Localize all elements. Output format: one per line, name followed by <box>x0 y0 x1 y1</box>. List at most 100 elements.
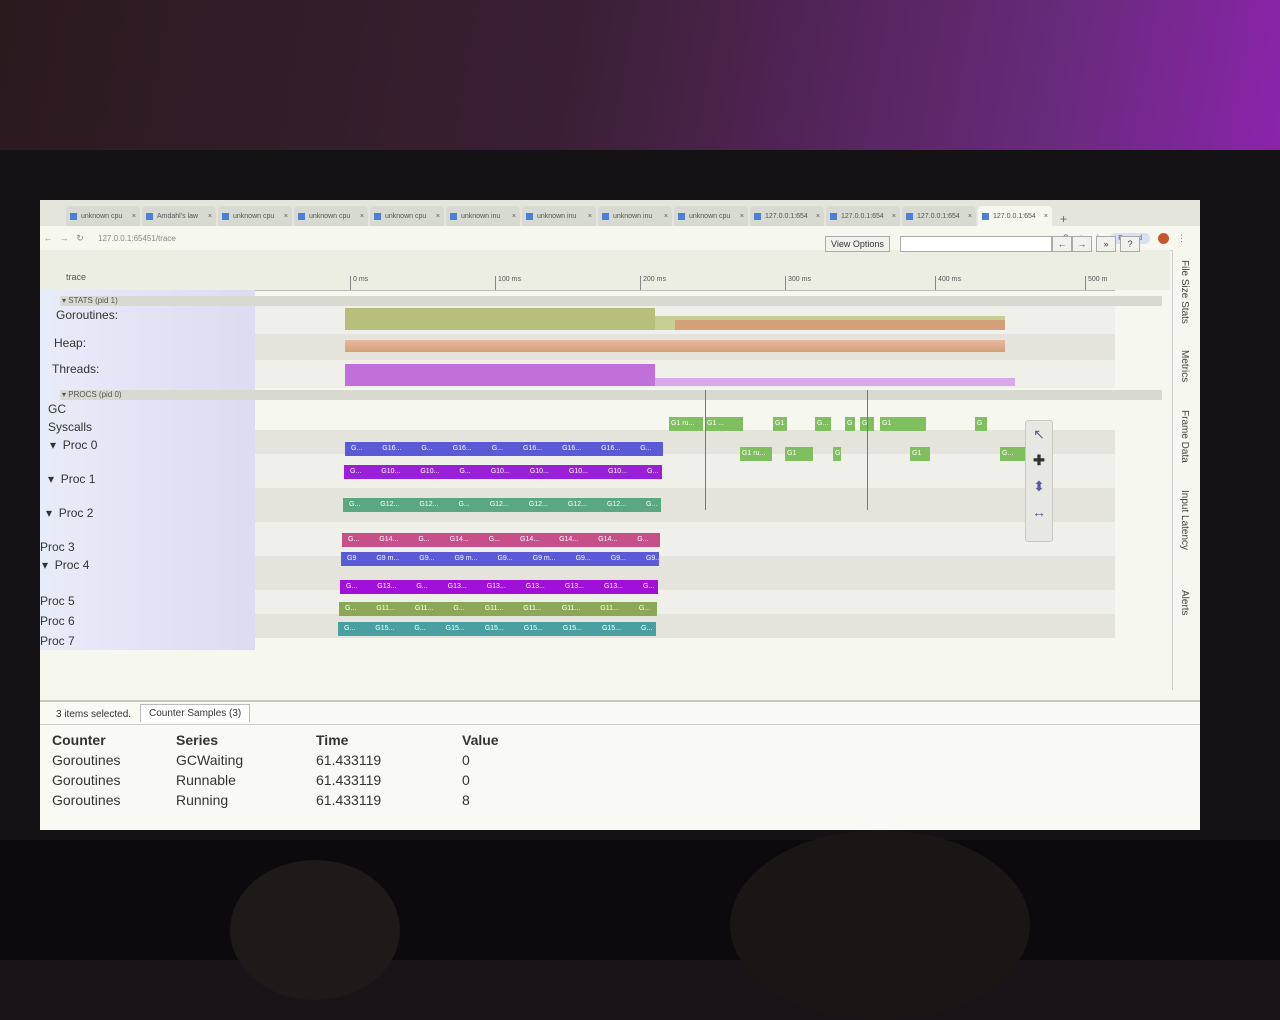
goroutine-slice-label[interactable]: G16... <box>601 442 620 456</box>
goroutine-slice-label[interactable]: G12... <box>529 498 548 512</box>
goroutine-slice-row[interactable]: G... G10... G10... G... G10... G10... G10... G1… <box>344 465 662 479</box>
table-row[interactable]: Goroutines GCWaiting 61.433119 0 <box>52 750 522 770</box>
goroutine-slice-label[interactable]: G... <box>414 622 425 636</box>
goroutine-slice-label[interactable]: G... <box>489 533 500 547</box>
close-tab-icon[interactable]: × <box>816 213 820 220</box>
close-tab-icon[interactable]: × <box>436 213 440 220</box>
goroutine-slice-label[interactable]: G11... <box>415 602 434 616</box>
goroutine-slice-label[interactable]: G9... <box>497 552 512 566</box>
close-tab-icon[interactable]: × <box>208 213 212 220</box>
goroutine-slice-label[interactable]: G... <box>346 580 357 594</box>
goroutine-slice-label[interactable]: G11... <box>485 602 504 616</box>
goroutine-slice-label[interactable]: G14... <box>450 533 469 547</box>
browser-tab[interactable]: unknown cpu × <box>66 206 140 226</box>
goroutines-counter-bar[interactable] <box>345 308 655 330</box>
goroutine-slice-label[interactable]: G15... <box>563 622 582 636</box>
browser-tab[interactable]: 127.0.0.1:654 × <box>902 206 976 226</box>
goroutine-slice-label[interactable]: G16... <box>562 442 581 456</box>
goroutine-slice-label[interactable]: G12... <box>607 498 626 512</box>
goroutine-slice-label[interactable]: G15... <box>446 622 465 636</box>
goroutine-slice-label[interactable]: G9 m... <box>533 552 556 566</box>
browser-tab[interactable]: unknown inu × <box>598 206 672 226</box>
goroutine-slice-row[interactable]: G... G16... G... G16... G... G16... G16... G16.… <box>345 442 663 456</box>
counter-samples-tab[interactable]: Counter Samples (3) <box>140 704 251 722</box>
goroutine-slice[interactable]: G <box>845 417 855 431</box>
track-area[interactable]: G... G16... G... G16... G... G16... G16... G16.… <box>255 290 1115 650</box>
proc-6-label[interactable]: Proc 6 <box>40 614 75 628</box>
goroutine-slice-label[interactable]: G... <box>459 465 470 479</box>
goroutine-slice-label[interactable]: G13... <box>377 580 396 594</box>
goroutine-slice-label[interactable]: G... <box>639 602 650 616</box>
close-tab-icon[interactable]: × <box>588 213 592 220</box>
goroutine-slice-label[interactable]: G14... <box>379 533 398 547</box>
close-tab-icon[interactable]: × <box>512 213 516 220</box>
select-tool-icon[interactable]: ↖ <box>1026 421 1052 447</box>
threads-counter-bar[interactable] <box>345 364 655 386</box>
close-tab-icon[interactable]: × <box>284 213 288 220</box>
goroutine-slice-label[interactable]: G9... <box>419 552 434 566</box>
forward-icon[interactable]: → <box>56 233 72 243</box>
proc-4-label[interactable]: ▾ Proc 4 <box>42 558 89 572</box>
goroutine-slice-label[interactable]: G16... <box>382 442 401 456</box>
goroutine-slice-label[interactable]: G... <box>646 498 657 512</box>
goroutine-slice-label[interactable]: G... <box>453 602 464 616</box>
proc-0-label[interactable]: ▾ Proc 0 <box>50 438 97 452</box>
goroutine-slice-label[interactable]: G9 m... <box>454 552 477 566</box>
goroutine-slice-label[interactable]: G11... <box>376 602 395 616</box>
proc-2-label[interactable]: ▾ Proc 2 <box>46 506 93 520</box>
search-input[interactable] <box>900 236 1052 252</box>
goroutine-slice-label[interactable]: G15... <box>524 622 543 636</box>
table-row[interactable]: Goroutines Running 61.433119 8 <box>52 790 522 810</box>
goroutine-slice-row[interactable]: G9 G9 m... G9... G9 m... G9... G9 m... G9... G9… <box>341 552 659 566</box>
goroutine-slice-label[interactable]: G15... <box>485 622 504 636</box>
proc-5-label[interactable]: Proc 5 <box>40 594 75 608</box>
column-header-series[interactable]: Series <box>176 730 316 750</box>
goroutine-slice-label[interactable]: G14... <box>559 533 578 547</box>
close-tab-icon[interactable]: × <box>664 213 668 220</box>
goroutine-slice-label[interactable]: G15... <box>375 622 394 636</box>
browser-tab[interactable]: unknown cpu × <box>674 206 748 226</box>
goroutine-slice-label[interactable]: G11... <box>562 602 581 616</box>
goroutine-slice-row[interactable]: G... G15... G... G15... G15... G15... G15... G1… <box>338 622 656 636</box>
goroutine-slice-row[interactable]: G... G12... G12... G... G12... G12... G12... G1… <box>343 498 661 512</box>
side-tab-input-latency[interactable]: Input Latency <box>1179 490 1190 550</box>
side-tab-file-size-stats[interactable]: File Size Stats <box>1179 260 1190 324</box>
goroutine-slice[interactable]: G... <box>815 417 831 431</box>
goroutine-slice-label[interactable]: G14... <box>520 533 539 547</box>
find-next-button[interactable]: → <box>1072 236 1092 252</box>
goroutine-slice-label[interactable]: G13... <box>604 580 623 594</box>
browser-tab[interactable]: 127.0.0.1:654 × <box>750 206 824 226</box>
browser-tab[interactable]: Amdahl's law × <box>142 206 216 226</box>
goroutine-slice-label[interactable]: G... <box>351 442 362 456</box>
column-header-time[interactable]: Time <box>316 730 462 750</box>
goroutine-slice[interactable]: G1 ru... <box>740 447 772 461</box>
goroutine-slice-label[interactable]: G12... <box>380 498 399 512</box>
goroutine-slice-row[interactable]: G... G13... G... G13... G13... G13... G13... G1… <box>340 580 658 594</box>
url-field[interactable]: 127.0.0.1:65451/trace <box>98 234 176 243</box>
goroutine-slice-label[interactable]: G... <box>345 602 356 616</box>
goroutine-slice-label[interactable]: G13... <box>487 580 506 594</box>
close-tab-icon[interactable]: × <box>360 213 364 220</box>
goroutine-slice-label[interactable]: G... <box>641 622 652 636</box>
new-tab-button[interactable]: + <box>1060 212 1067 226</box>
goroutine-slice[interactable]: G <box>975 417 987 431</box>
goroutine-slice-label[interactable]: G... <box>344 622 355 636</box>
goroutine-slice-label[interactable]: G10... <box>491 465 510 479</box>
goroutine-slice-label[interactable]: G10... <box>569 465 588 479</box>
goroutine-slice-row[interactable]: G... G14... G... G14... G... G14... G14... G14.… <box>342 533 660 547</box>
proc-1-label[interactable]: ▾ Proc 1 <box>48 472 95 486</box>
proc-7-label[interactable]: Proc 7 <box>40 634 75 648</box>
goroutine-slice-label[interactable]: G13... <box>565 580 584 594</box>
close-tab-icon[interactable]: × <box>132 213 136 220</box>
goroutine-slice-label[interactable]: G9... <box>611 552 626 566</box>
pan-tool-icon[interactable]: ✚ <box>1026 447 1052 473</box>
goroutine-slice-label[interactable]: G16... <box>523 442 542 456</box>
close-tab-icon[interactable]: × <box>1044 213 1048 220</box>
goroutine-slice-label[interactable]: G16... <box>453 442 472 456</box>
browser-tab[interactable]: 127.0.0.1:654 × <box>826 206 900 226</box>
goroutine-slice-label[interactable]: G12... <box>568 498 587 512</box>
browser-tab[interactable]: 127.0.0.1:654 × <box>978 206 1052 226</box>
goroutine-slice-label[interactable]: G... <box>637 533 648 547</box>
expand-button[interactable]: » <box>1096 236 1116 252</box>
goroutine-slice-label[interactable]: G... <box>349 498 360 512</box>
